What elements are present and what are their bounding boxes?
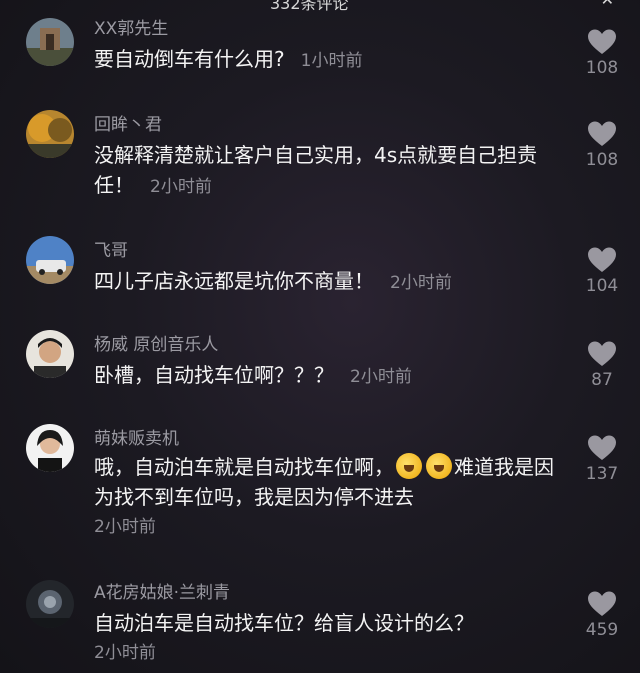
like-button[interactable]: 459 <box>580 590 624 640</box>
comment-author[interactable]: XX郭先生 <box>94 14 168 39</box>
comment-author[interactable]: 飞哥 <box>94 236 128 261</box>
like-button[interactable]: 137 <box>580 434 624 484</box>
like-count: 104 <box>585 276 619 296</box>
avatar-image <box>26 330 74 378</box>
avatar-image <box>26 236 74 284</box>
comment-body: 四儿子店永远都是坑你不商量！ <box>94 269 374 293</box>
heart-icon <box>588 121 616 146</box>
comment-text: 卧槽，自动找车位啊？？？ 2小时前 <box>94 360 554 392</box>
avatar-image <box>26 18 74 66</box>
avatar[interactable] <box>26 330 74 378</box>
comment-body: 卧槽，自动找车位啊？？？ <box>94 363 334 387</box>
avatar[interactable] <box>26 236 74 284</box>
comment-time: 2小时前 <box>150 177 212 197</box>
comment-time: 1小时前 <box>300 51 363 71</box>
comment-body: 要自动倒车有什么用? <box>94 47 285 71</box>
emoji-icon <box>396 453 422 479</box>
like-count: 87 <box>591 370 613 390</box>
comment-author[interactable]: 萌妹贩卖机 <box>94 424 179 449</box>
comment-time: 2小时前 <box>94 517 156 537</box>
comment-body: 哦，自动泊车就是自动找车位啊， <box>94 455 394 479</box>
like-button[interactable]: 87 <box>580 340 624 390</box>
comment-body: 自动泊车是自动找车位？给盲人设计的么？ <box>94 611 474 635</box>
comment-author[interactable]: 杨威 原创音乐人 <box>94 330 218 355</box>
heart-icon <box>588 29 616 54</box>
comment-text: 要自动倒车有什么用? 1小时前 <box>94 44 554 76</box>
comment-time: 2小时前 <box>350 367 412 387</box>
avatar[interactable] <box>26 580 74 628</box>
like-button[interactable]: 108 <box>580 28 624 78</box>
comment-time: 2小时前 <box>94 643 156 663</box>
like-count: 108 <box>585 150 619 170</box>
comments-count-title: 332条评论 <box>270 0 349 13</box>
avatar-image <box>26 424 74 472</box>
comment-text: 没解释清楚就让客户自己实用，4s点就要自己担责任！ 2小时前 <box>94 140 554 202</box>
avatar-image <box>26 580 74 628</box>
heart-icon <box>588 247 616 272</box>
comment-author[interactable]: 回眸丶君 <box>94 110 162 135</box>
comment-text: 四儿子店永远都是坑你不商量！ 2小时前 <box>94 266 554 298</box>
comment-text: 哦，自动泊车就是自动找车位啊， 难道我是因为找不到车位吗，我是因为停不进去 2小时… <box>94 452 564 540</box>
heart-icon <box>588 435 616 460</box>
like-count: 137 <box>585 464 619 484</box>
avatar[interactable] <box>26 110 74 158</box>
close-icon[interactable]: ✕ <box>601 0 614 9</box>
heart-icon <box>588 341 616 366</box>
comment-time: 2小时前 <box>390 273 452 293</box>
avatar-image <box>26 110 74 158</box>
avatar[interactable] <box>26 424 74 472</box>
avatar[interactable] <box>26 18 74 66</box>
comments-header: 332条评论 ✕ <box>0 0 640 13</box>
emoji-icon <box>426 453 452 479</box>
like-count: 459 <box>585 620 619 640</box>
like-button[interactable]: 104 <box>580 246 624 296</box>
comment-author[interactable]: A花房姑娘·兰刺青 <box>94 578 230 603</box>
heart-icon <box>588 591 616 616</box>
comment-text: 自动泊车是自动找车位？给盲人设计的么？ 2小时前 <box>94 608 554 666</box>
like-count: 108 <box>585 58 619 78</box>
like-button[interactable]: 108 <box>580 120 624 170</box>
